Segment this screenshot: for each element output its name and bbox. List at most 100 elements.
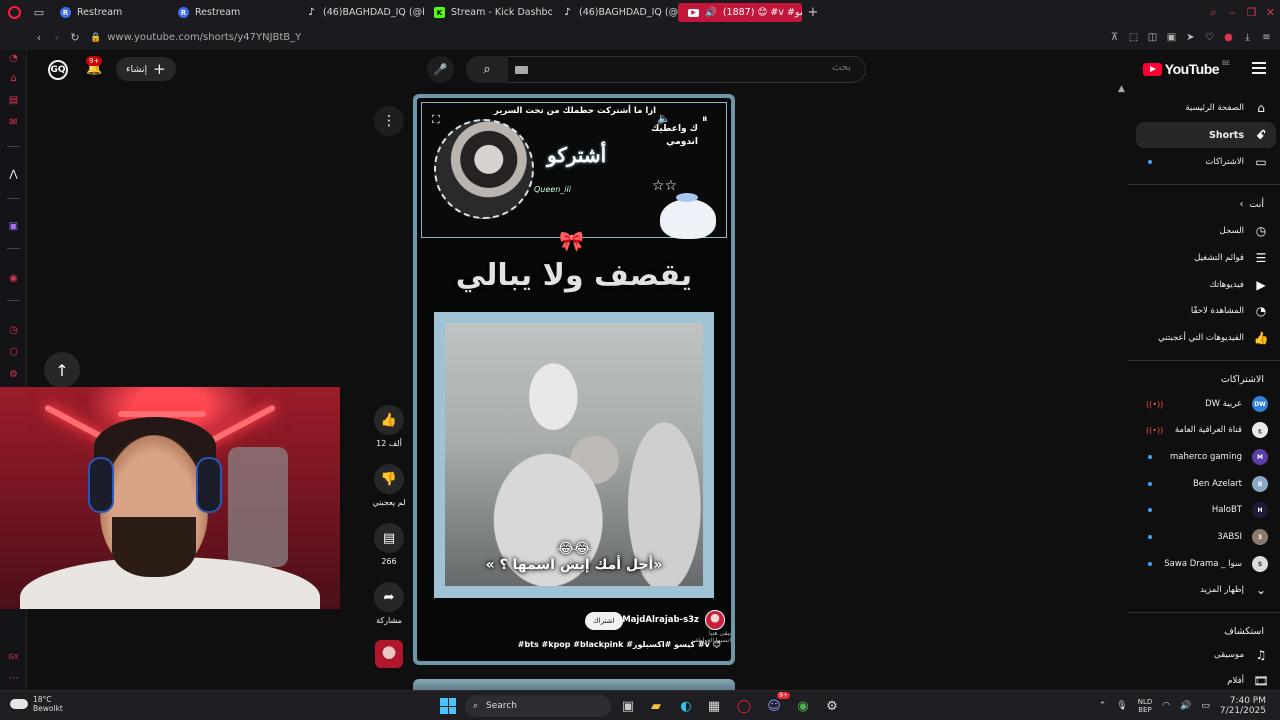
adblock-icon[interactable]: ◫ bbox=[1143, 32, 1162, 43]
sidebar-you-header[interactable]: ‹ أنت bbox=[1240, 199, 1264, 210]
sidebar-app-icon[interactable]: ⋀ bbox=[7, 168, 20, 181]
pause-icon[interactable]: ⏸ bbox=[702, 112, 708, 126]
share-button[interactable]: ➦ bbox=[374, 582, 404, 612]
sidebar-sub-halobt[interactable]: HaloBT H bbox=[1136, 497, 1276, 523]
player-icon[interactable]: ◉ bbox=[7, 272, 20, 285]
discord-icon[interactable]: ☺ 9+ bbox=[764, 692, 790, 716]
easy-setup-icon[interactable]: ≡ bbox=[1257, 32, 1276, 43]
tab-manager-icon[interactable]: ▭ bbox=[28, 0, 50, 25]
taskbar-search[interactable]: ⌕ Search bbox=[465, 695, 611, 717]
sidebar-sub-iraqia[interactable]: ((•)) قناة العراقية العامة ع bbox=[1136, 417, 1276, 443]
account-avatar[interactable]: GQ bbox=[48, 60, 68, 80]
settings-icon[interactable]: ⚙ bbox=[7, 368, 20, 381]
sidebar-show-more[interactable]: إظهار المزيد ⌄ bbox=[1136, 577, 1276, 603]
tab-youtube-active[interactable]: ▶ 🔊 (1887) 😊 #v #كيسو# bbox=[678, 3, 802, 22]
download-icon[interactable]: ⤓ bbox=[1238, 32, 1257, 43]
more-sidebar-icon[interactable]: ⋯ bbox=[7, 672, 20, 685]
app-icon[interactable]: ⚙ bbox=[822, 696, 842, 716]
tab-tiktok-2[interactable]: ♪ (46)BAGHDAD_IQ (@bag bbox=[552, 0, 678, 25]
opera-logo-icon[interactable] bbox=[0, 0, 28, 25]
forward-icon[interactable]: › bbox=[48, 31, 66, 44]
sidebar-item-liked-videos[interactable]: الفيديوهات التي أعجبتني 👍 bbox=[1136, 325, 1276, 351]
keyboard-icon[interactable] bbox=[515, 66, 528, 74]
close-window-icon[interactable]: ✕ bbox=[1261, 6, 1280, 19]
reload-icon[interactable]: ↻ bbox=[66, 31, 84, 44]
language-indicator[interactable]: NLD BEP bbox=[1138, 698, 1153, 714]
tray-overflow-icon[interactable]: ⌃ bbox=[1099, 701, 1107, 711]
vpn-icon[interactable]: ▣ bbox=[1162, 32, 1181, 43]
gx-icon[interactable]: GX bbox=[7, 650, 20, 663]
task-view-icon[interactable]: ▣ bbox=[618, 696, 638, 716]
speaker-icon[interactable]: 🔊 bbox=[705, 7, 717, 18]
chrome-icon[interactable]: ◉ bbox=[793, 696, 813, 716]
tab-tiktok-1[interactable]: ♪ (46)BAGHDAD_IQ (@bag bbox=[296, 0, 424, 25]
extensions-icon[interactable]: ⬡ bbox=[7, 346, 20, 359]
maximize-icon[interactable]: ❐ bbox=[1242, 6, 1261, 19]
speaker-tray-icon[interactable]: 🔊 bbox=[1180, 701, 1191, 711]
opera-gx-icon[interactable]: ◯ bbox=[734, 696, 754, 716]
subscribe-button[interactable]: اشتراك bbox=[585, 612, 623, 630]
sidebar-item-your-videos[interactable]: فيديوهاتك ▶ bbox=[1136, 272, 1276, 298]
notifications-bell-icon[interactable]: 🔔 9+ bbox=[86, 56, 103, 77]
search-tabs-icon[interactable]: ⌕ bbox=[1204, 6, 1223, 20]
store-icon[interactable]: ▦ bbox=[704, 696, 724, 716]
sidebar-sub-3absi[interactable]: 3ABSI 3 bbox=[1136, 524, 1276, 550]
channel-avatar[interactable] bbox=[705, 610, 725, 630]
tab-restream-1[interactable]: R Restream bbox=[50, 0, 168, 25]
sidebar-sub-maherco[interactable]: maherco gaming M bbox=[1136, 444, 1276, 470]
sound-thumbnail[interactable] bbox=[375, 640, 403, 668]
channel-name[interactable]: @MajdAlrajab-s3z bbox=[614, 615, 699, 625]
new-tab-button[interactable]: + bbox=[802, 5, 824, 20]
comments-button[interactable]: ▤ bbox=[374, 523, 404, 553]
wifi-icon[interactable]: ◠ bbox=[1162, 701, 1170, 711]
sidebar-item-movies[interactable]: أفلام 🎞 bbox=[1136, 668, 1276, 690]
tab-kick-dashboard[interactable]: K Stream - Kick Dashboard bbox=[424, 0, 552, 25]
ai-assistant-icon[interactable]: ◔ bbox=[7, 52, 20, 65]
sidebar-item-shorts[interactable]: Shorts ꗃ bbox=[1136, 122, 1276, 148]
hashtags[interactable]: #bts #kpop #blackpink #كيسو #اكسبلور #v … bbox=[518, 640, 721, 649]
sidebar-item-history[interactable]: السجل ◷ bbox=[1136, 218, 1276, 244]
url-field[interactable]: 🔒 www.youtube.com/shorts/y47YNJBtB_Y bbox=[90, 32, 301, 43]
battery-icon[interactable]: ▭ bbox=[1201, 701, 1210, 711]
sidebar-sub-sawa-drama[interactable]: Sawa Drama _ سوا S bbox=[1136, 551, 1276, 577]
sidebar-sub-ben-azelart[interactable]: Ben Azelart B bbox=[1136, 471, 1276, 497]
system-clock[interactable]: 7:40 PM 7/21/2025 bbox=[1220, 696, 1266, 716]
back-icon[interactable]: ‹ bbox=[30, 31, 48, 44]
tab-restream-2[interactable]: R Restream bbox=[168, 0, 296, 25]
workspaces-icon[interactable]: ⌂ bbox=[7, 72, 20, 85]
bookmark-icon[interactable]: ♡ bbox=[1200, 32, 1219, 43]
history-sidebar-icon[interactable]: ◷ bbox=[7, 324, 20, 337]
sidebar-scroll-up-icon[interactable]: ▲ bbox=[1118, 84, 1125, 94]
pin-icon[interactable]: ⊼ bbox=[1105, 32, 1124, 43]
like-button[interactable]: 👍 bbox=[374, 405, 404, 435]
search-button[interactable]: ⌕ bbox=[466, 56, 508, 83]
scroll-to-top-button[interactable]: ↑ bbox=[44, 352, 80, 388]
twitch-icon[interactable]: ▣ bbox=[7, 220, 20, 233]
minimize-icon[interactable]: – bbox=[1223, 6, 1242, 19]
youtube-logo[interactable]: YouTube BE bbox=[1142, 60, 1230, 77]
search-input[interactable] bbox=[551, 62, 851, 73]
create-button[interactable]: إنشاء + bbox=[116, 57, 176, 81]
profile-icon[interactable]: ● bbox=[1219, 32, 1238, 43]
volume-icon[interactable]: 🔈 bbox=[657, 112, 671, 125]
snapshot-icon[interactable]: ⬚ bbox=[1124, 32, 1143, 43]
messenger-icon[interactable]: ▤ bbox=[7, 94, 20, 107]
sidebar-sub-dw[interactable]: ((•)) DW عربية DW bbox=[1136, 391, 1276, 417]
weather-widget[interactable]: 18°C Bewolkt bbox=[10, 695, 63, 713]
shorts-player[interactable]: ازا ما أشتركت حطملك من تحت السرير أشتركو… bbox=[413, 94, 735, 665]
fullscreen-icon[interactable]: ⛶ bbox=[432, 113, 440, 127]
windows-start-icon[interactable] bbox=[440, 698, 456, 714]
dislike-button[interactable]: 👎 bbox=[374, 464, 404, 494]
voice-search-mic-icon[interactable]: 🎤 bbox=[427, 56, 454, 83]
guide-menu-icon[interactable] bbox=[1252, 62, 1266, 77]
sidebar-item-playlists[interactable]: قوائم التشغيل ☰ bbox=[1136, 245, 1276, 271]
mail-icon[interactable]: ✉ bbox=[7, 116, 20, 129]
more-options-button[interactable]: ⋮ bbox=[374, 106, 404, 136]
sidebar-item-watch-later[interactable]: المشاهدة لاحقًا ◔ bbox=[1136, 298, 1276, 324]
edge-icon[interactable]: ◐ bbox=[676, 696, 696, 716]
microphone-icon[interactable]: 🎙 bbox=[1116, 701, 1127, 711]
file-explorer-icon[interactable]: ▰ bbox=[646, 696, 666, 716]
sidebar-item-home[interactable]: الصفحة الرئيسية ⌂ bbox=[1136, 95, 1276, 121]
sidebar-item-music[interactable]: موسيقى ♫ bbox=[1136, 642, 1276, 668]
sidebar-item-subscriptions[interactable]: الاشتراكات ▭ bbox=[1136, 149, 1276, 175]
